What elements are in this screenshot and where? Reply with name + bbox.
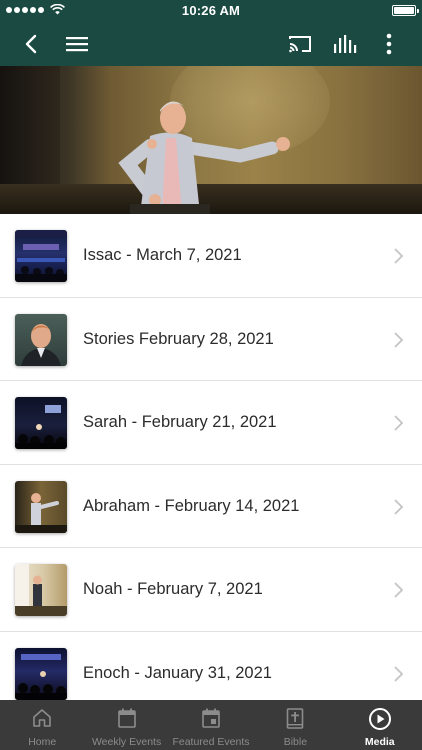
media-title: Enoch - January 31, 2021 [83, 663, 272, 682]
tab-bible[interactable]: Bible [253, 700, 337, 750]
menu-button[interactable] [64, 22, 90, 66]
back-button[interactable] [18, 22, 44, 66]
tab-label: Media [364, 736, 395, 748]
hamburger-menu-icon [66, 37, 88, 52]
more-vertical-icon [386, 33, 392, 55]
bible-icon [287, 708, 304, 729]
media-title: Issac - March 7, 2021 [83, 246, 242, 264]
bottom-tab-bar: Home Weekly Events Featured Events Bible… [0, 700, 422, 750]
audio-button[interactable] [331, 22, 359, 66]
battery-icon [392, 5, 419, 16]
tab-label: Home [28, 736, 57, 748]
sermon-thumbnail [15, 230, 67, 282]
media-title: Stories February 28, 2021 [83, 329, 274, 348]
chevron-right-icon [394, 665, 404, 682]
sermon-thumbnail [15, 564, 67, 616]
speaker-figure [118, 101, 290, 214]
tab-label: Bible [283, 736, 308, 748]
media-list-item[interactable]: Abraham - February 14, 2021 [0, 464, 422, 548]
chevron-left-icon [25, 34, 37, 54]
hero-image [0, 66, 422, 214]
top-nav-bar [0, 22, 422, 66]
tab-featured-events[interactable]: Featured Events [169, 700, 253, 750]
media-title: Abraham - February 14, 2021 [83, 496, 300, 515]
tab-media[interactable]: Media [338, 700, 422, 750]
chevron-right-icon [394, 582, 404, 598]
media-list-item[interactable]: Stories February 28, 2021 [0, 297, 422, 381]
status-time: 10:26 AM [181, 3, 241, 18]
audience-photo-icon [15, 405, 67, 449]
calendar-event-icon [202, 708, 220, 728]
sermon-thumbnail [15, 647, 67, 700]
chevron-right-icon [394, 331, 404, 348]
portrait-photo-icon [21, 323, 61, 366]
status-bar: 10:26 AM [0, 0, 422, 22]
tab-weekly-events[interactable]: Weekly Events [84, 700, 168, 750]
media-list-item[interactable]: Sarah - February 21, 2021 [0, 381, 422, 465]
media-title: Sarah - February 21, 2021 [83, 413, 277, 431]
tab-home[interactable]: Home [0, 700, 84, 750]
media-list-item[interactable]: Noah - February 7, 2021 [0, 548, 422, 632]
stage-photo-icon [15, 564, 67, 616]
more-options-button[interactable] [378, 22, 400, 66]
tab-label: Weekly Events [91, 736, 162, 748]
sermon-thumbnail [15, 480, 67, 533]
cast-button[interactable] [286, 22, 314, 66]
tab-label: Featured Events [172, 736, 250, 748]
media-list-item[interactable]: Issac - March 7, 2021 [0, 214, 422, 298]
stage-photo-icon [15, 230, 67, 282]
calendar-icon [117, 708, 136, 728]
home-icon [33, 709, 51, 727]
play-circle-icon [368, 708, 391, 730]
audio-levels-icon [334, 35, 357, 53]
cast-icon [289, 36, 311, 53]
sermon-thumbnail [15, 397, 67, 449]
speaker-photo-icon [15, 492, 67, 533]
audience-photo-icon [15, 653, 67, 700]
sermon-thumbnail [15, 313, 67, 366]
media-title: Noah - February 7, 2021 [83, 580, 263, 598]
chevron-right-icon [394, 498, 404, 515]
chevron-right-icon [394, 248, 404, 264]
chevron-right-icon [394, 415, 404, 431]
